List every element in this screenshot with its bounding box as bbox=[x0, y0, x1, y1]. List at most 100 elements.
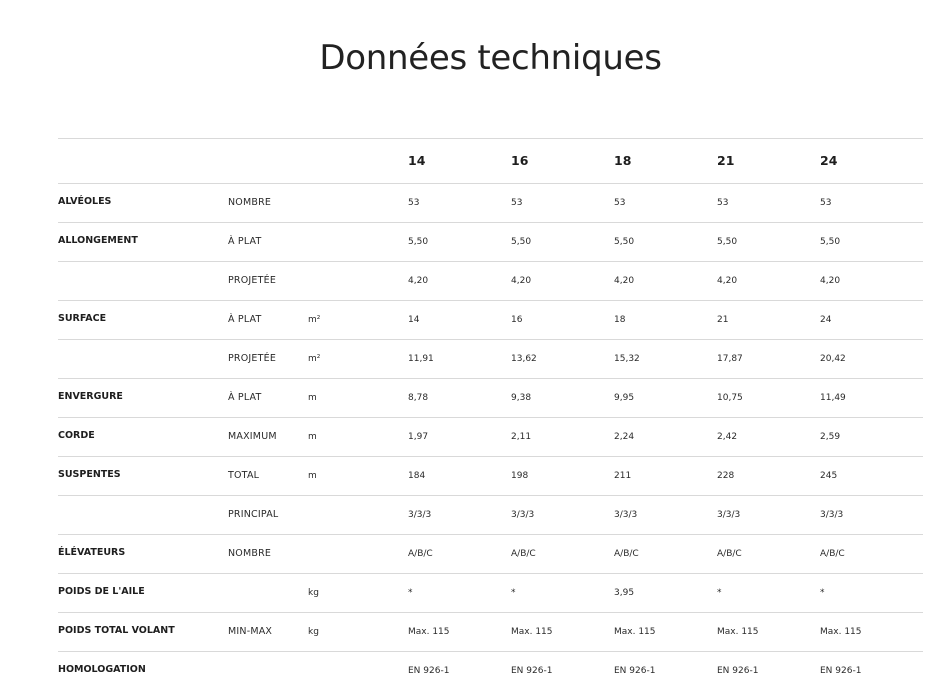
table-cell: 53 bbox=[614, 198, 626, 208]
row-sublabel: PROJETÉE bbox=[228, 353, 277, 364]
table-cell: 4,20 bbox=[408, 276, 429, 286]
row-sublabel: À PLAT bbox=[228, 236, 262, 247]
table-cell: 53 bbox=[511, 198, 523, 208]
row-sublabel: À PLAT bbox=[228, 392, 262, 403]
table-cell: 14 bbox=[408, 315, 420, 325]
table-cell: 1,97 bbox=[408, 432, 429, 442]
row-label: SUSPENTES bbox=[58, 469, 121, 480]
row-label: ENVERGURE bbox=[58, 391, 123, 402]
table-cell: * bbox=[717, 588, 722, 598]
table-cell: EN 926-1 bbox=[820, 666, 862, 676]
table-cell: * bbox=[408, 588, 413, 598]
table-cell: * bbox=[820, 588, 825, 598]
table-cell: 2,42 bbox=[717, 432, 738, 442]
row-label: ALVÉOLES bbox=[58, 196, 112, 207]
table-row: SUSPENTES TOTAL m 184 198 211 228 245 bbox=[58, 456, 923, 495]
table-row: PROJETÉE m² 11,91 13,62 15,32 17,87 20,4… bbox=[58, 339, 923, 378]
table-cell: 5,50 bbox=[511, 237, 532, 247]
size-header: 14 bbox=[408, 153, 426, 168]
table-cell: 4,20 bbox=[614, 276, 635, 286]
table-row: HOMOLOGATION EN 926-1 EN 926-1 EN 926-1 … bbox=[58, 651, 923, 690]
table-cell: 8,78 bbox=[408, 393, 429, 403]
specs-table: 14 16 18 21 24 ALVÉOLES NOMBRE 53 53 53 … bbox=[58, 138, 923, 690]
table-cell: EN 926-1 bbox=[614, 666, 656, 676]
row-sublabel: À PLAT bbox=[228, 314, 262, 325]
table-cell: 184 bbox=[408, 471, 426, 481]
size-header: 16 bbox=[511, 153, 529, 168]
table-cell: EN 926-1 bbox=[717, 666, 759, 676]
page-title: Données techniques bbox=[319, 38, 662, 78]
table-cell: 2,11 bbox=[511, 432, 532, 442]
table-cell: 17,87 bbox=[717, 354, 743, 364]
row-label: ALLONGEMENT bbox=[58, 235, 138, 246]
table-cell: A/B/C bbox=[408, 549, 433, 559]
row-label: HOMOLOGATION bbox=[58, 664, 146, 675]
table-cell: A/B/C bbox=[614, 549, 639, 559]
table-cell: A/B/C bbox=[820, 549, 845, 559]
table-cell: A/B/C bbox=[717, 549, 742, 559]
row-unit: m² bbox=[308, 354, 321, 364]
table-cell: 4,20 bbox=[511, 276, 532, 286]
row-label: SURFACE bbox=[58, 313, 107, 324]
table-cell: 3/3/3 bbox=[717, 510, 741, 520]
size-header: 18 bbox=[614, 153, 632, 168]
table-cell: 198 bbox=[511, 471, 529, 481]
table-cell: * bbox=[511, 588, 516, 598]
table-cell: 15,32 bbox=[614, 354, 640, 364]
table-cell: 4,20 bbox=[820, 276, 841, 286]
table-cell: 5,50 bbox=[408, 237, 429, 247]
row-unit: m² bbox=[308, 315, 321, 325]
table-cell: 2,24 bbox=[614, 432, 635, 442]
table-cell: Max. 115 bbox=[614, 627, 656, 637]
table-cell: 9,38 bbox=[511, 393, 532, 403]
row-sublabel: MAXIMUM bbox=[228, 431, 277, 442]
table-cell: 9,95 bbox=[614, 393, 635, 403]
table-cell: EN 926-1 bbox=[408, 666, 450, 676]
row-unit: kg bbox=[308, 588, 319, 598]
table-cell: 2,59 bbox=[820, 432, 841, 442]
table-cell: 18 bbox=[614, 315, 626, 325]
table-row: SURFACE À PLAT m² 14 16 18 21 24 bbox=[58, 300, 923, 339]
table-row: ÉLÉVATEURS NOMBRE A/B/C A/B/C A/B/C A/B/… bbox=[58, 534, 923, 573]
table-cell: 53 bbox=[820, 198, 832, 208]
table-cell: 11,49 bbox=[820, 393, 846, 403]
table-row: ALLONGEMENT À PLAT 5,50 5,50 5,50 5,50 5… bbox=[58, 222, 923, 261]
table-cell: 53 bbox=[408, 198, 420, 208]
row-label: CORDE bbox=[58, 430, 95, 441]
size-header: 24 bbox=[820, 153, 838, 168]
row-unit: m bbox=[308, 393, 317, 403]
size-header: 21 bbox=[717, 153, 735, 168]
row-sublabel: NOMBRE bbox=[228, 548, 272, 559]
table-cell: 13,62 bbox=[511, 354, 537, 364]
table-cell: Max. 115 bbox=[408, 627, 450, 637]
table-cell: 11,91 bbox=[408, 354, 434, 364]
table-cell: 3/3/3 bbox=[614, 510, 638, 520]
table-cell: 53 bbox=[717, 198, 729, 208]
table-cell: 20,42 bbox=[820, 354, 846, 364]
row-sublabel: NOMBRE bbox=[228, 197, 272, 208]
table-header-row: 14 16 18 21 24 bbox=[58, 138, 923, 183]
table-cell: Max. 115 bbox=[820, 627, 862, 637]
row-unit: m bbox=[308, 432, 317, 442]
table-cell: 5,50 bbox=[614, 237, 635, 247]
row-label: POIDS DE L'AILE bbox=[58, 586, 145, 597]
table-cell: A/B/C bbox=[511, 549, 536, 559]
row-unit: m bbox=[308, 471, 317, 481]
table-cell: 228 bbox=[717, 471, 735, 481]
table-cell: 4,20 bbox=[717, 276, 738, 286]
table-cell: 10,75 bbox=[717, 393, 743, 403]
table-row: ALVÉOLES NOMBRE 53 53 53 53 53 bbox=[58, 183, 923, 222]
table-row: ENVERGURE À PLAT m 8,78 9,38 9,95 10,75 … bbox=[58, 378, 923, 417]
table-row: PRINCIPAL 3/3/3 3/3/3 3/3/3 3/3/3 3/3/3 bbox=[58, 495, 923, 534]
table-cell: 24 bbox=[820, 315, 832, 325]
table-row: POIDS DE L'AILE kg * * 3,95 * * bbox=[58, 573, 923, 612]
table-cell: 5,50 bbox=[717, 237, 738, 247]
table-row: CORDE MAXIMUM m 1,97 2,11 2,24 2,42 2,59 bbox=[58, 417, 923, 456]
table-cell: Max. 115 bbox=[511, 627, 553, 637]
table-cell: 3/3/3 bbox=[820, 510, 844, 520]
table-cell: 16 bbox=[511, 315, 523, 325]
row-sublabel: PROJETÉE bbox=[228, 275, 277, 286]
table-cell: 3,95 bbox=[614, 588, 635, 598]
row-label: ÉLÉVATEURS bbox=[58, 547, 126, 558]
row-sublabel: PRINCIPAL bbox=[228, 509, 279, 520]
